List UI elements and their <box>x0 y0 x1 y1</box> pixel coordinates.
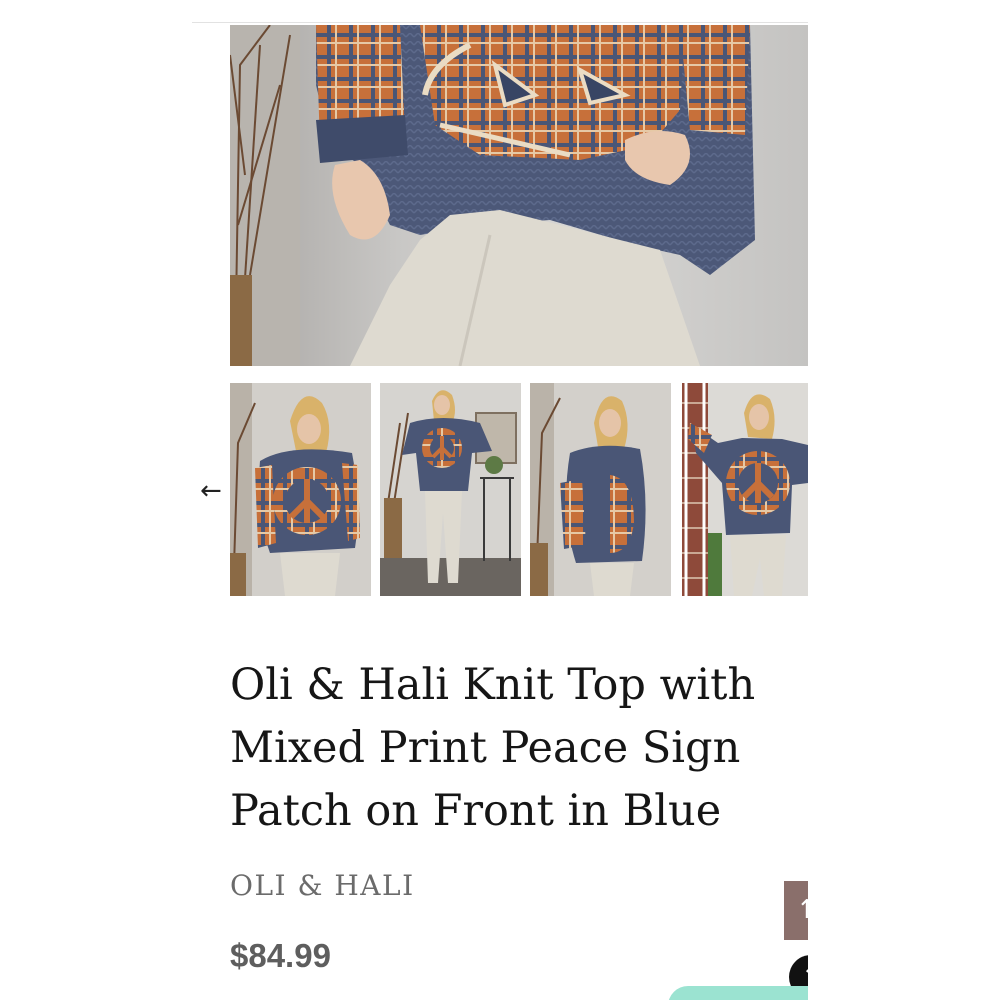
thumbnail-photo <box>230 383 371 596</box>
thumbnail-4[interactable] <box>682 383 808 596</box>
floating-action-button[interactable] <box>668 986 808 1000</box>
thumbnail-photo <box>682 383 808 596</box>
product-brand[interactable]: OLI & HALI <box>230 869 415 902</box>
thumbnail-photo <box>530 383 671 596</box>
teal-pill-shape <box>668 986 808 1000</box>
product-price: $84.99 <box>230 937 331 974</box>
gallery-prev-arrow[interactable]: ← <box>200 474 230 508</box>
thumbnail-1[interactable] <box>230 383 371 596</box>
thumbnail-photo <box>380 383 521 596</box>
thumbnail-gallery <box>230 383 808 596</box>
thumbnail-3[interactable] <box>530 383 671 596</box>
scroll-to-top-button[interactable]: ↑ <box>784 881 808 940</box>
product-title: Oli & Hali Knit Top with Mixed Print Pea… <box>230 660 756 836</box>
product-photo-closeup <box>230 25 755 366</box>
header-divider <box>192 22 808 23</box>
thumbnail-2[interactable] <box>380 383 521 596</box>
main-product-image[interactable] <box>230 25 808 366</box>
